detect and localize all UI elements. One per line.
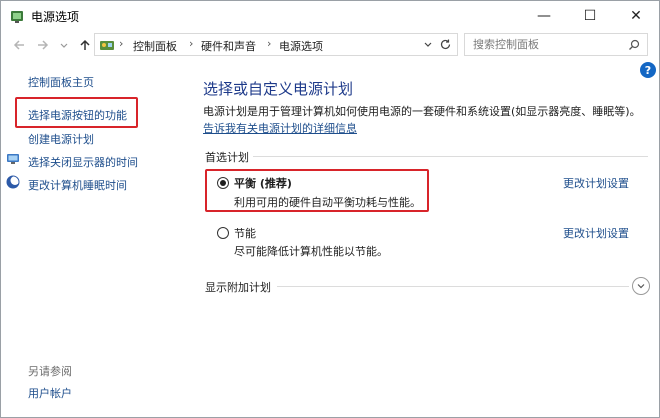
- sidebar-item-sleep-time[interactable]: 更改计算机睡眠时间: [28, 177, 127, 193]
- arrow-left-icon: [13, 40, 24, 50]
- control-panel-icon: [100, 41, 114, 50]
- monitor-icon: [7, 154, 19, 164]
- preferred-plans-label: 首选计划: [205, 151, 249, 164]
- balanced-plan-radio[interactable]: [217, 177, 229, 189]
- chevron-down-icon: [637, 284, 645, 289]
- sidebar-item-display-off[interactable]: 选择关闭显示器的时间: [28, 154, 138, 170]
- page-title: 选择或自定义电源计划: [203, 80, 354, 98]
- recent-locations-button[interactable]: [58, 36, 70, 54]
- title-bar: 电源选项 — ☐ ✕: [1, 1, 659, 30]
- back-button[interactable]: [10, 36, 28, 54]
- address-bar[interactable]: › 控制面板 › 硬件和声音 › 电源选项: [94, 33, 458, 56]
- window-title: 电源选项: [31, 10, 80, 24]
- balanced-plan-name[interactable]: 平衡 (推荐): [234, 175, 292, 191]
- minimize-button[interactable]: —: [521, 1, 567, 30]
- search-box[interactable]: [464, 33, 648, 56]
- section-divider: [277, 286, 629, 287]
- arrow-right-icon: [38, 40, 49, 50]
- sidebar-item-control-panel-home[interactable]: 控制面板主页: [28, 74, 94, 90]
- help-icon[interactable]: ?: [640, 62, 656, 78]
- forward-button[interactable]: [34, 36, 52, 54]
- description-text: 电源计划是用于管理计算机如何使用电源的一套硬件和系统设置(如显示器亮度、睡眠等)…: [203, 105, 641, 118]
- power-saver-change-settings-link[interactable]: 更改计划设置: [563, 225, 629, 241]
- close-button[interactable]: ✕: [613, 1, 659, 30]
- sidebar-item-create-plan[interactable]: 创建电源计划: [28, 131, 94, 147]
- balanced-change-settings-link[interactable]: 更改计划设置: [563, 175, 629, 191]
- breadcrumb-power-options[interactable]: 电源选项: [279, 38, 323, 54]
- breadcrumb-control-panel[interactable]: 控制面板: [133, 38, 177, 54]
- power-saver-plan-name[interactable]: 节能: [234, 225, 256, 241]
- maximize-button[interactable]: ☐: [567, 1, 613, 30]
- refresh-icon[interactable]: [439, 38, 452, 51]
- see-also-label: 另请参阅: [28, 365, 72, 378]
- details-link[interactable]: 告诉我有关电源计划的详细信息: [203, 122, 357, 135]
- chevron-down-icon[interactable]: [423, 40, 433, 50]
- arrow-up-icon: [80, 39, 90, 50]
- expand-button[interactable]: [632, 277, 650, 295]
- search-input[interactable]: [473, 38, 623, 51]
- section-divider: [253, 156, 648, 157]
- power-options-icon: [11, 11, 23, 23]
- page-description: 电源计划是用于管理计算机如何使用电源的一套硬件和系统设置(如显示器亮度、睡眠等)…: [203, 103, 648, 137]
- power-saver-plan-desc: 尽可能降低计算机性能以节能。: [234, 245, 388, 258]
- search-icon[interactable]: [628, 39, 640, 51]
- up-button[interactable]: [76, 36, 94, 54]
- balanced-plan-desc: 利用可用的硬件自动平衡功耗与性能。: [234, 196, 421, 209]
- show-additional-plans-label[interactable]: 显示附加计划: [205, 279, 271, 295]
- breadcrumb-separator: ›: [189, 37, 194, 50]
- sidebar-item-power-button[interactable]: 选择电源按钮的功能: [28, 107, 127, 123]
- breadcrumb-separator: ›: [267, 37, 272, 50]
- breadcrumb-hardware-sound[interactable]: 硬件和声音: [201, 38, 256, 54]
- chevron-down-icon: [60, 43, 68, 48]
- breadcrumb-separator: ›: [119, 37, 124, 50]
- moon-icon: [6, 175, 20, 189]
- power-saver-plan-radio[interactable]: [217, 227, 229, 239]
- sidebar-item-user-accounts[interactable]: 用户帐户: [28, 385, 72, 401]
